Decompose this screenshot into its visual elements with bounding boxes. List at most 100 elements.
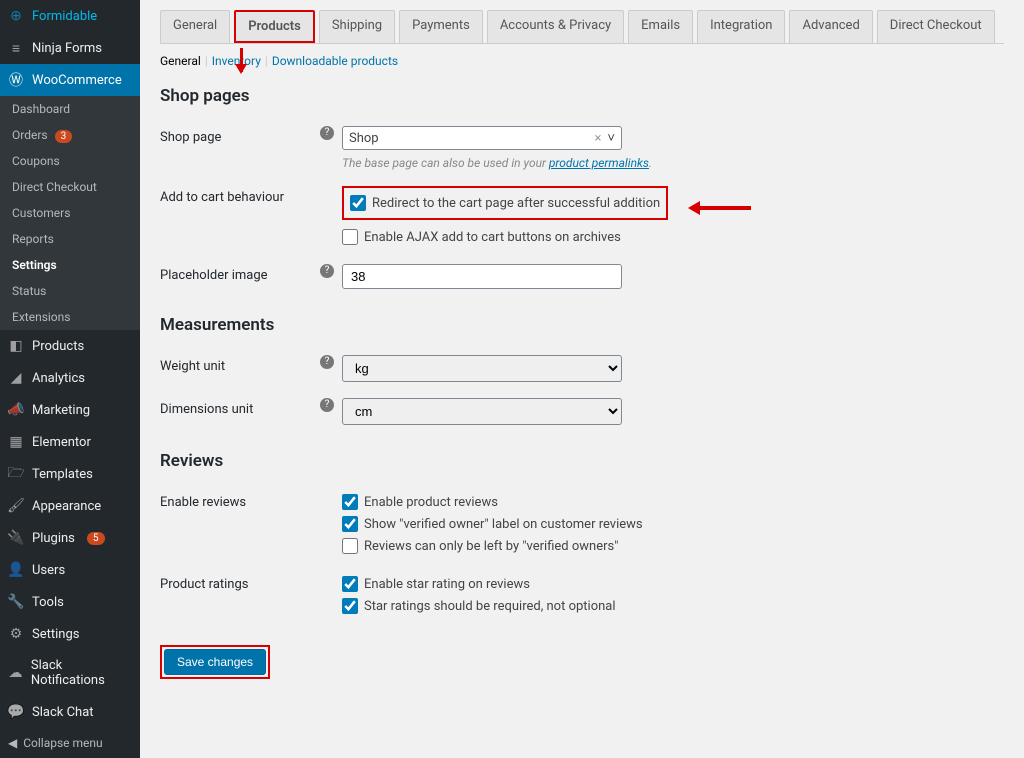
sidebar-item-slack-notifications[interactable]: ☁Slack Notifications [0,650,140,696]
collapse-icon: ◀ [8,736,17,750]
woo-icon: Ⓦ [8,72,24,88]
label-weight-unit: Weight unit [160,355,320,374]
tab-emails[interactable]: Emails [628,10,693,43]
star-required-row[interactable]: Star ratings should be required, not opt… [342,595,1004,617]
sidebar-item-tools[interactable]: 🔧Tools [0,586,140,618]
sidebar-item-settings[interactable]: ⚙Settings [0,618,140,650]
elementor-icon: ▦ [8,434,24,450]
tab-general[interactable]: General [160,10,230,43]
tab-integration[interactable]: Integration [697,10,785,43]
ajax-label: Enable AJAX add to cart buttons on archi… [364,230,621,245]
admin-sidebar: ⊕Formidable ≡Ninja Forms ⓌWooCommerce Da… [0,0,140,758]
sidebar-item-slack-chat[interactable]: 💬Slack Chat [0,696,140,728]
submenu-status[interactable]: Status [0,278,140,304]
shop-page-select[interactable]: Shop×˅ [342,126,622,150]
submenu-direct-checkout[interactable]: Direct Checkout [0,174,140,200]
weight-unit-select[interactable]: kg [342,355,622,382]
redirect-label: Redirect to the cart page after successf… [372,196,660,211]
clear-icon[interactable]: × [594,131,601,146]
enable-reviews-row[interactable]: Enable product reviews [342,491,1004,513]
sidebar-item-formidable[interactable]: ⊕Formidable [0,0,140,32]
analytics-icon: ◢ [8,370,24,386]
submenu-settings[interactable]: Settings [0,252,140,278]
dimensions-unit-select[interactable]: cm [342,398,622,425]
tab-advanced[interactable]: Advanced [789,10,872,43]
submenu-dashboard[interactable]: Dashboard [0,96,140,122]
redirect-checkbox-row[interactable]: Redirect to the cart page after successf… [350,192,660,214]
settings-icon: ⚙ [8,626,24,642]
sidebar-item-templates[interactable]: 🗁Templates [0,458,140,490]
orders-badge: 3 [55,130,73,143]
submenu-reports[interactable]: Reports [0,226,140,252]
submenu-customers[interactable]: Customers [0,200,140,226]
enable-reviews-checkbox[interactable] [342,494,358,510]
marketing-icon: 📣 [8,402,24,418]
label-placeholder-image: Placeholder image [160,264,320,283]
tab-accounts[interactable]: Accounts & Privacy [487,10,624,43]
plugins-icon: 🔌 [8,530,24,546]
section-measurements: Measurements [160,315,1004,335]
collapse-menu[interactable]: ◀Collapse menu [0,728,140,758]
sidebar-item-users[interactable]: 👤Users [0,554,140,586]
section-reviews: Reviews [160,451,1004,471]
placeholder-image-input[interactable] [342,264,622,289]
label-add-to-cart: Add to cart behaviour [160,186,320,205]
label-shop-page: Shop page [160,126,320,145]
sidebar-item-elementor[interactable]: ▦Elementor [0,426,140,458]
star-required-checkbox[interactable] [342,598,358,614]
sidebar-item-plugins[interactable]: 🔌Plugins 5 [0,522,140,554]
tools-icon: 🔧 [8,594,24,610]
annotation-arrow-down [240,48,243,72]
tab-shipping[interactable]: Shipping [319,10,395,43]
subsection-general[interactable]: General [160,54,201,68]
templates-icon: 🗁 [8,466,24,482]
tab-payments[interactable]: Payments [399,10,483,43]
slack-chat-icon: 💬 [8,704,24,720]
settings-main: General Products Shipping Payments Accou… [140,0,1024,758]
sidebar-item-appearance[interactable]: 🖌Appearance [0,490,140,522]
help-icon[interactable]: ? [320,126,334,140]
help-icon[interactable]: ? [320,355,334,369]
formidable-icon: ⊕ [8,8,24,24]
submenu-orders[interactable]: Orders 3 [0,122,140,148]
slack-icon: ☁ [8,665,23,681]
plugins-badge: 5 [87,532,105,545]
users-icon: 👤 [8,562,24,578]
sidebar-item-woocommerce[interactable]: ⓌWooCommerce [0,64,140,96]
sidebar-item-marketing[interactable]: 📣Marketing [0,394,140,426]
shop-page-hint: The base page can also be used in your p… [342,156,692,170]
verified-only-checkbox[interactable] [342,538,358,554]
chevron-down-icon: ˅ [607,130,615,146]
redirect-highlight: Redirect to the cart page after successf… [342,186,668,220]
annotation-arrow-left [691,206,751,210]
ninja-icon: ≡ [8,40,24,56]
appearance-icon: 🖌 [8,498,24,514]
ajax-checkbox[interactable] [342,229,358,245]
label-product-ratings: Product ratings [160,573,320,592]
tab-products[interactable]: Products [234,10,315,43]
woo-submenu: Dashboard Orders 3 Coupons Direct Checko… [0,96,140,330]
verified-only-row[interactable]: Reviews can only be left by "verified ow… [342,535,1004,557]
permalinks-link[interactable]: product permalinks [549,156,649,170]
label-enable-reviews: Enable reviews [160,491,320,510]
label-dimensions-unit: Dimensions unit [160,398,320,417]
help-icon[interactable]: ? [320,398,334,412]
submenu-coupons[interactable]: Coupons [0,148,140,174]
sidebar-item-ninja-forms[interactable]: ≡Ninja Forms [0,32,140,64]
save-highlight: Save changes [160,645,270,679]
sidebar-item-products[interactable]: ◧Products [0,330,140,362]
sidebar-item-analytics[interactable]: ◢Analytics [0,362,140,394]
products-icon: ◧ [8,338,24,354]
help-icon[interactable]: ? [320,264,334,278]
tab-direct-checkout[interactable]: Direct Checkout [877,10,995,43]
submenu-extensions[interactable]: Extensions [0,304,140,330]
enable-star-row[interactable]: Enable star rating on reviews [342,573,1004,595]
settings-tabs: General Products Shipping Payments Accou… [160,10,1004,44]
section-shop-pages: Shop pages [160,86,1004,106]
save-button[interactable]: Save changes [164,649,266,675]
ajax-checkbox-row[interactable]: Enable AJAX add to cart buttons on archi… [342,226,1004,248]
enable-star-checkbox[interactable] [342,576,358,592]
verified-label-checkbox[interactable] [342,516,358,532]
redirect-checkbox[interactable] [350,195,366,211]
verified-label-row[interactable]: Show "verified owner" label on customer … [342,513,1004,535]
